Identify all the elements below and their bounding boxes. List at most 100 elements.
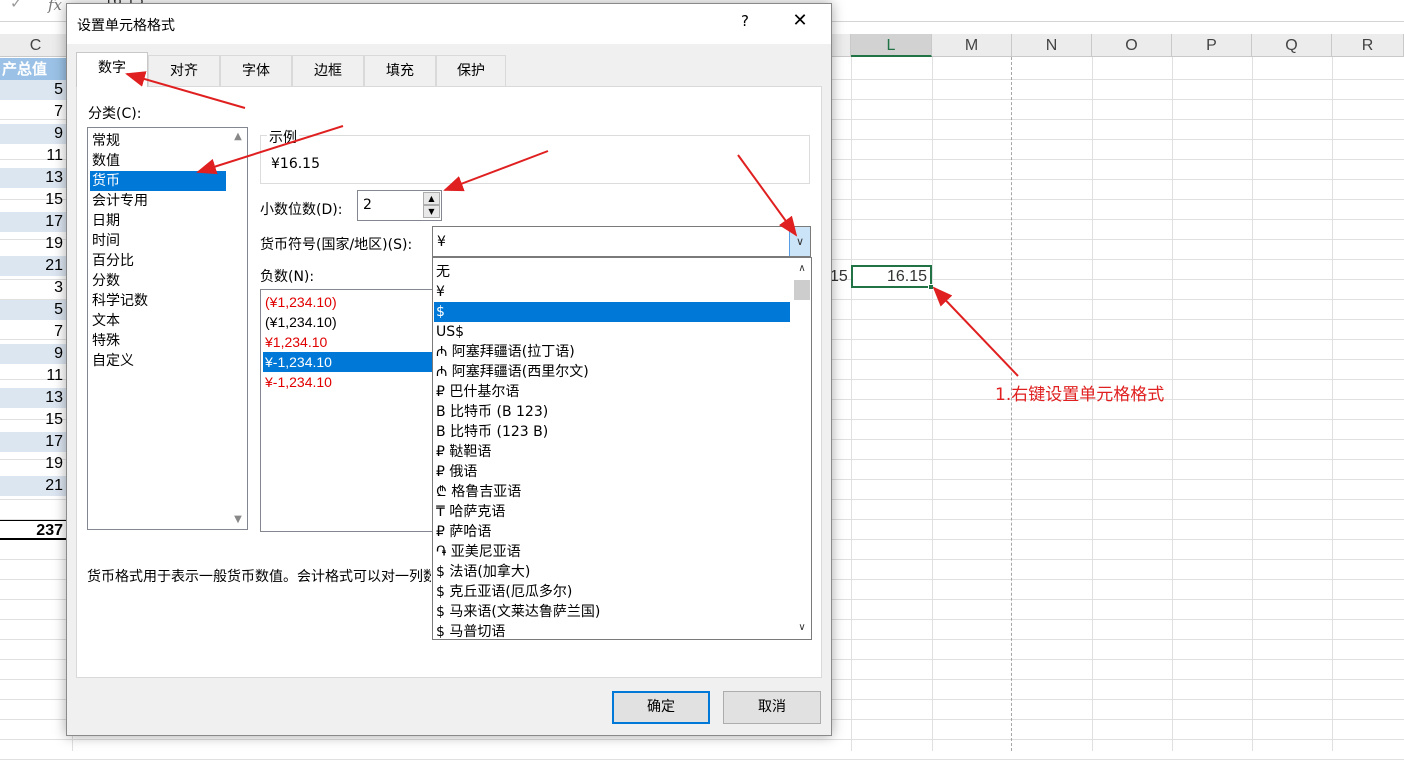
scroll-down-icon[interactable]: ∨ <box>793 619 811 637</box>
category-scrollbar[interactable]: ▲ ▼ <box>229 128 247 529</box>
negative-numbers-list[interactable]: (¥1,234.10) (¥1,234.10) ¥1,234.10 ¥-1,234.1… <box>260 289 435 532</box>
currency-option[interactable]: ₸ 哈萨克语 <box>434 502 790 522</box>
category-list[interactable]: 常规 数值 货币 会计专用 日期 时间 百分比 分数 科学记数 文本 特殊 自定义 ▲ ▼ <box>87 127 248 530</box>
ok-button[interactable]: 确定 <box>612 691 710 724</box>
currency-dropdown-list[interactable]: 无 ¥ $ US$ ₼ 阿塞拜疆语(拉丁语) ₼ 阿塞拜疆语(西里尔文) ₽ 巴什基尔语 B … <box>432 257 812 640</box>
column-c-cell[interactable]: 5 <box>0 80 66 100</box>
column-c-cell[interactable]: 5 <box>0 300 66 320</box>
tab-number[interactable]: 数字 <box>76 52 148 87</box>
negative-format-item[interactable]: ¥-1,234.10 <box>263 372 434 392</box>
negative-format-item[interactable]: (¥1,234.10) <box>263 312 434 332</box>
currency-option[interactable]: $ 马普切语 <box>434 622 790 639</box>
check-icon[interactable]: ✓ <box>10 0 23 12</box>
column-c-cell[interactable]: 13 <box>0 168 66 188</box>
tab-alignment[interactable]: 对齐 <box>148 55 220 86</box>
negative-format-item[interactable]: (¥1,234.10) <box>263 292 434 312</box>
negative-format-item[interactable]: ¥1,234.10 <box>263 332 434 352</box>
category-item[interactable]: 百分比 <box>90 251 226 271</box>
column-header-c[interactable]: C <box>0 34 72 57</box>
dialog-titlebar[interactable]: 设置单元格格式 ? ✕ <box>67 4 831 44</box>
currency-option[interactable]: ₽ 巴什基尔语 <box>434 382 790 402</box>
tab-border[interactable]: 边框 <box>292 55 364 86</box>
column-c-cell[interactable]: 11 <box>0 146 66 166</box>
column-c-cell[interactable]: 21 <box>0 256 66 276</box>
category-item[interactable]: 日期 <box>90 211 226 231</box>
currency-option[interactable]: ¥ <box>434 282 790 302</box>
column-c-cell[interactable]: 7 <box>0 322 66 342</box>
currency-option[interactable]: ֏ 亚美尼亚语 <box>434 542 790 562</box>
column-c-cell[interactable]: 19 <box>0 234 66 254</box>
tab-fill[interactable]: 填充 <box>364 55 436 86</box>
currency-option[interactable]: ₽ 萨哈语 <box>434 522 790 542</box>
column-header-p[interactable]: P <box>1172 34 1252 57</box>
column-header-m[interactable]: M <box>932 34 1012 57</box>
column-c-cell[interactable]: 9 <box>0 344 66 364</box>
column-c-cell[interactable]: 11 <box>0 366 66 386</box>
cancel-button[interactable]: 取消 <box>723 691 821 724</box>
scroll-thumb[interactable] <box>794 280 810 300</box>
fill-handle[interactable] <box>928 284 934 290</box>
column-header-n[interactable]: N <box>1012 34 1092 57</box>
help-button[interactable]: ? <box>735 12 755 30</box>
stepper-up-icon[interactable]: ▲ <box>423 192 440 205</box>
currency-option[interactable]: $ 马来语(文莱达鲁萨兰国) <box>434 602 790 622</box>
currency-symbol-value: ¥ <box>437 234 446 250</box>
category-item[interactable]: 时间 <box>90 231 226 251</box>
decimal-places-input[interactable]: 2 <box>363 197 372 213</box>
tab-font[interactable]: 字体 <box>220 55 292 86</box>
column-header-l[interactable]: L <box>851 34 932 57</box>
decimal-places-stepper[interactable]: 2 ▲ ▼ <box>357 190 442 221</box>
currency-option[interactable]: ₼ 阿塞拜疆语(西里尔文) <box>434 362 790 382</box>
scroll-up-icon[interactable]: ▲ <box>229 128 247 146</box>
currency-option[interactable]: 无 <box>434 262 790 282</box>
selected-cell-l[interactable]: 16.15 <box>851 265 934 290</box>
category-item[interactable]: 自定义 <box>90 351 226 371</box>
currency-option[interactable]: ₾ 格鲁吉亚语 <box>434 482 790 502</box>
column-header-o[interactable]: O <box>1092 34 1172 57</box>
column-c-cell[interactable]: 21 <box>0 476 66 496</box>
column-header-k[interactable] <box>831 34 851 57</box>
scroll-down-icon[interactable]: ▼ <box>229 511 247 529</box>
column-c-cell[interactable]: 17 <box>0 432 66 452</box>
close-button[interactable]: ✕ <box>785 10 815 31</box>
currency-symbol-select[interactable]: ¥ ∨ <box>432 226 811 257</box>
category-item[interactable]: 分数 <box>90 271 226 291</box>
column-header-r[interactable]: R <box>1332 34 1404 57</box>
column-c-total-cell[interactable]: 237 <box>0 520 66 540</box>
category-item[interactable]: 数值 <box>90 151 226 171</box>
currency-option[interactable]: B 比特币 (B 123) <box>434 402 790 422</box>
category-item[interactable]: 会计专用 <box>90 191 226 211</box>
tab-protection[interactable]: 保护 <box>436 55 506 86</box>
category-item[interactable]: 常规 <box>90 131 226 151</box>
column-header-q[interactable]: Q <box>1252 34 1332 57</box>
category-item[interactable]: 特殊 <box>90 331 226 351</box>
negative-format-item[interactable]: ¥-1,234.10 <box>263 352 434 372</box>
chevron-down-icon[interactable]: ∨ <box>789 227 810 256</box>
currency-option[interactable]: US$ <box>434 322 790 342</box>
currency-option[interactable]: $ 法语(加拿大) <box>434 562 790 582</box>
column-c-cell[interactable]: 17 <box>0 212 66 232</box>
cell-k-value[interactable]: 15 <box>830 267 850 287</box>
fx-icon[interactable]: fx <box>48 0 62 14</box>
scroll-up-icon[interactable]: ∧ <box>793 260 811 278</box>
column-c-cell[interactable]: 19 <box>0 454 66 474</box>
category-item[interactable]: 科学记数 <box>90 291 226 311</box>
currency-option[interactable]: ₽ 鞑靼语 <box>434 442 790 462</box>
category-item[interactable]: 货币 <box>90 171 226 191</box>
column-c-cell[interactable]: 9 <box>0 124 66 144</box>
currency-option[interactable]: ₽ 俄语 <box>434 462 790 482</box>
column-c-cell[interactable]: 15 <box>0 410 66 430</box>
column-c-header-cell[interactable]: 产总值 <box>0 58 66 80</box>
column-c-cell[interactable]: 7 <box>0 102 66 122</box>
currency-option[interactable]: ₼ 阿塞拜疆语(拉丁语) <box>434 342 790 362</box>
dropdown-scrollbar[interactable]: ∧ ∨ <box>793 258 811 639</box>
category-item[interactable]: 文本 <box>90 311 226 331</box>
stepper-down-icon[interactable]: ▼ <box>423 205 440 218</box>
currency-option[interactable]: $ <box>434 302 790 322</box>
column-c-cell[interactable]: 15 <box>0 190 66 210</box>
column-c-cell[interactable]: 13 <box>0 388 66 408</box>
currency-option[interactable]: $ 克丘亚语(厄瓜多尔) <box>434 582 790 602</box>
column-c-cell[interactable]: 3 <box>0 278 66 298</box>
currency-option[interactable]: B 比特币 (123 B) <box>434 422 790 442</box>
row-gridline <box>0 739 1404 740</box>
